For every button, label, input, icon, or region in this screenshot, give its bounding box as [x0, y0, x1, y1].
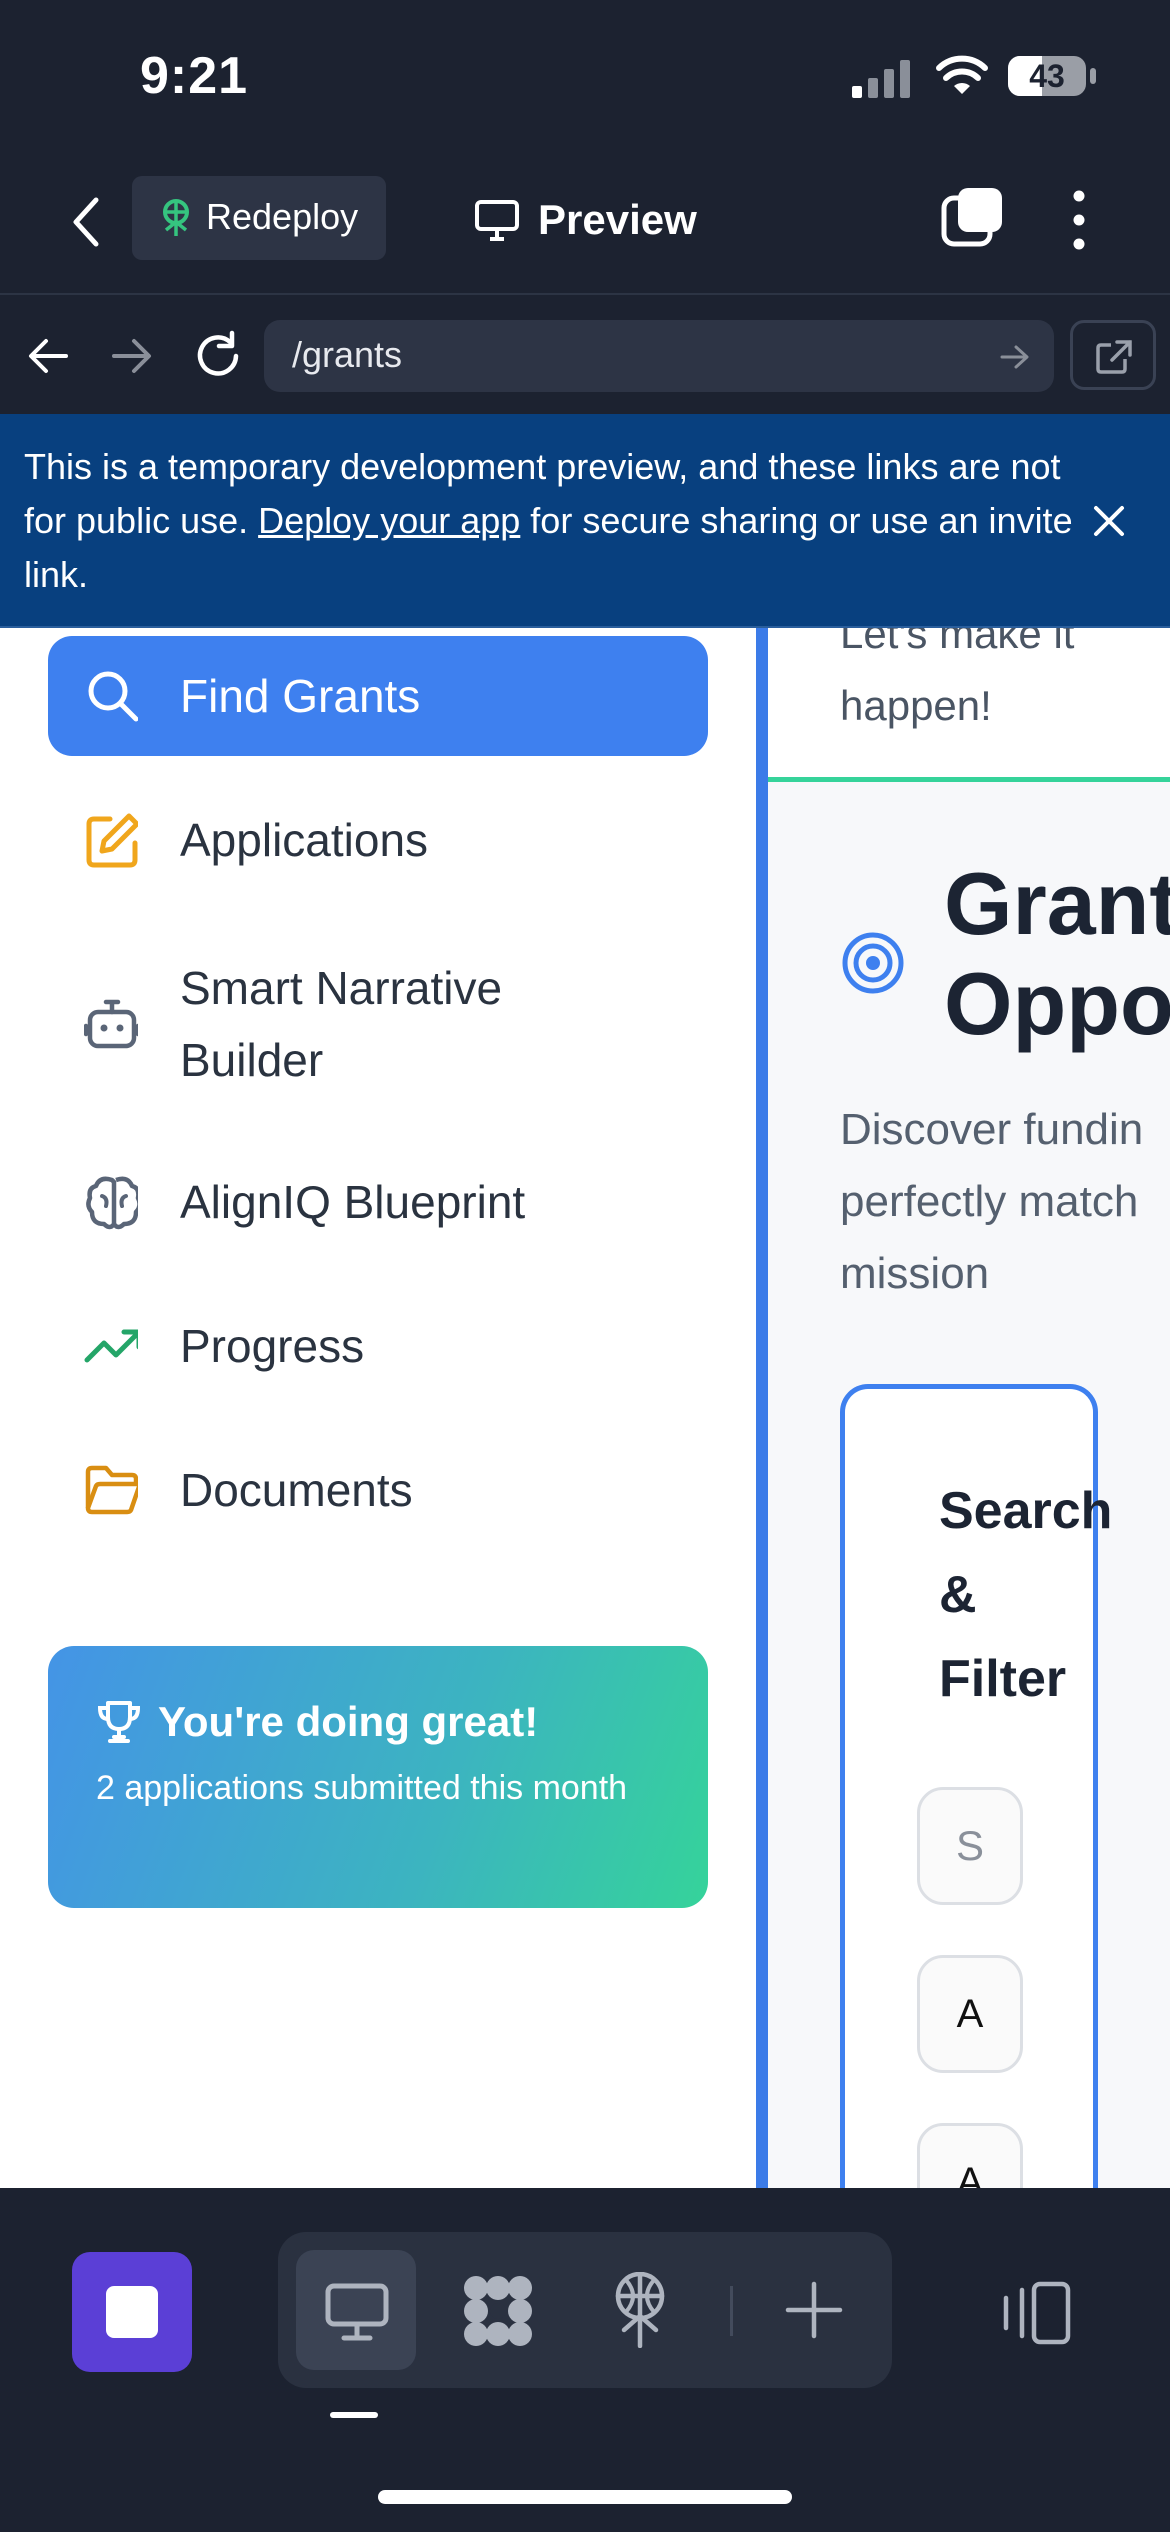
wifi-icon [936, 55, 988, 94]
filter-select[interactable]: A [917, 1955, 1023, 2073]
bottom-toolbar [0, 2188, 1170, 2532]
progress-promo-card: You're doing great! 2 applications submi… [48, 1646, 708, 1908]
main-content: Let's make it happen! Grant Oppo Discove… [768, 628, 1170, 2188]
page-title: Grant Oppo [944, 854, 1170, 1053]
folder-icon [48, 1464, 138, 1516]
panel-divider[interactable] [756, 628, 768, 2188]
sidebar-item-label: Find Grants [180, 670, 421, 722]
open-external-button[interactable] [1070, 320, 1156, 390]
preview-tab[interactable]: Preview [474, 190, 697, 250]
sidebar-item-aligniq-blueprint[interactable]: AlignIQ Blueprint [48, 1142, 708, 1262]
promo-title: You're doing great! [158, 1698, 539, 1745]
battery-level: 43 [1029, 58, 1065, 94]
search-filter-card: Search & Filter S A A [840, 1384, 1112, 2188]
monitor-icon [475, 200, 519, 241]
signal-icon [852, 60, 910, 98]
trophy-icon [97, 1701, 141, 1743]
tabs-icon[interactable] [940, 184, 1006, 250]
sidebar-item-smart-narrative-builder[interactable]: Smart Narrative Builder [48, 944, 708, 1104]
add-icon[interactable] [784, 2280, 844, 2340]
sidebar-item-label: Smart Narrative Builder [180, 962, 503, 1086]
stop-button[interactable] [72, 2252, 192, 2372]
trending-up-icon [48, 1326, 138, 1366]
sidebar-item-find-grants[interactable]: Find Grants [48, 636, 708, 756]
redeploy-icon [163, 199, 189, 236]
page-description: Discover fundin perfectly match mission [840, 1105, 1144, 1298]
deploy-app-link[interactable]: Deploy your app [258, 500, 520, 541]
status-time: 9:21 [140, 47, 249, 105]
target-icon [842, 932, 904, 994]
hero-strip: Let's make it happen! [768, 628, 1170, 782]
hero-text-partial: Let's make it [840, 628, 1075, 657]
battery-icon: 43 [1008, 56, 1086, 96]
sidebar-item-progress[interactable]: Progress [48, 1286, 708, 1406]
promo-subtitle: 2 applications submitted this month [96, 1769, 628, 1807]
split-view-icon[interactable] [1000, 2280, 1072, 2346]
sidebar-item-label: Documents [180, 1464, 413, 1516]
forward-arrow-icon[interactable] [110, 336, 154, 376]
brain-icon [48, 1172, 138, 1232]
app-toolbar: Redeploy Preview [0, 160, 1170, 295]
back-chevron-icon[interactable] [66, 192, 106, 252]
close-icon[interactable] [1092, 504, 1126, 538]
home-indicator[interactable] [378, 2490, 792, 2504]
search-input[interactable]: S [917, 1787, 1023, 1905]
redeploy-label: Redeploy [206, 196, 359, 237]
back-arrow-icon[interactable] [26, 336, 70, 376]
search-icon [48, 667, 138, 725]
sidebar-item-documents[interactable]: Documents [48, 1430, 708, 1550]
sidebar-item-label: AlignIQ Blueprint [180, 1176, 526, 1228]
url-bar[interactable]: /grants [264, 320, 1054, 392]
go-arrow-icon[interactable] [1000, 344, 1030, 370]
sidebar-item-label: Applications [180, 814, 429, 866]
filter-title: Search & Filter [939, 1482, 1113, 1708]
reload-icon[interactable] [192, 330, 244, 382]
more-options-icon[interactable] [1064, 188, 1094, 252]
redeploy-button[interactable]: Redeploy [132, 176, 386, 260]
hero-text: happen! [840, 682, 992, 729]
view-preview-button[interactable] [296, 2250, 416, 2370]
active-indicator [330, 2412, 378, 2418]
url-text: /grants [292, 334, 403, 375]
preview-label: Preview [538, 196, 697, 243]
monitor-icon [325, 2283, 389, 2341]
robot-icon [48, 996, 138, 1052]
deploy-icon[interactable] [610, 2272, 670, 2348]
dev-preview-banner: This is a temporary development preview,… [0, 414, 1170, 628]
edit-icon [48, 811, 138, 869]
workspace-icon[interactable] [460, 2274, 536, 2348]
sidebar-item-label: Progress [180, 1320, 365, 1372]
view-switcher [278, 2232, 892, 2388]
external-link-icon [1096, 340, 1132, 374]
filter-select[interactable]: A [917, 2123, 1023, 2188]
status-bar: 9:21 43 [0, 0, 1170, 160]
sidebar-item-applications[interactable]: Applications [48, 780, 708, 900]
stop-icon [106, 2286, 158, 2338]
